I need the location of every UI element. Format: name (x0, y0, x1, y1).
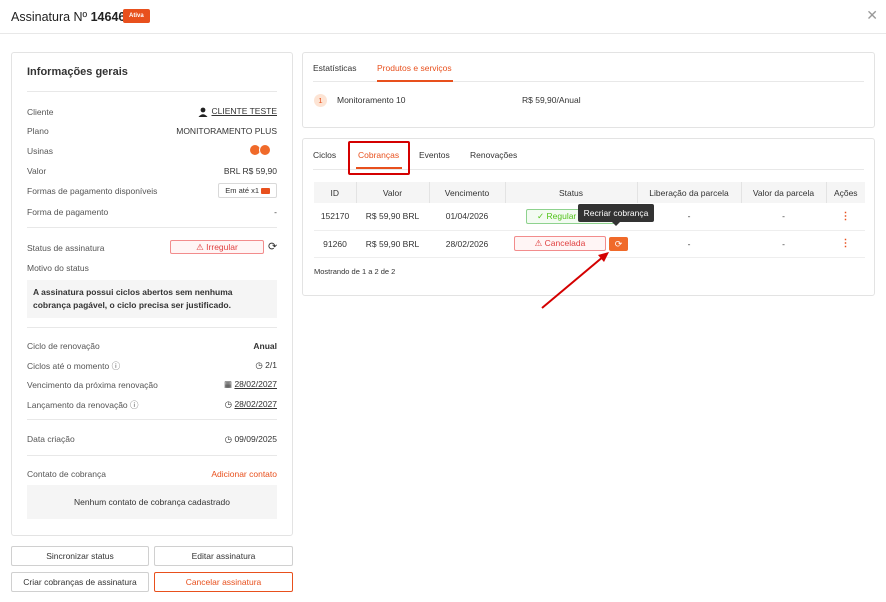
annotation-arrow (541, 252, 609, 309)
